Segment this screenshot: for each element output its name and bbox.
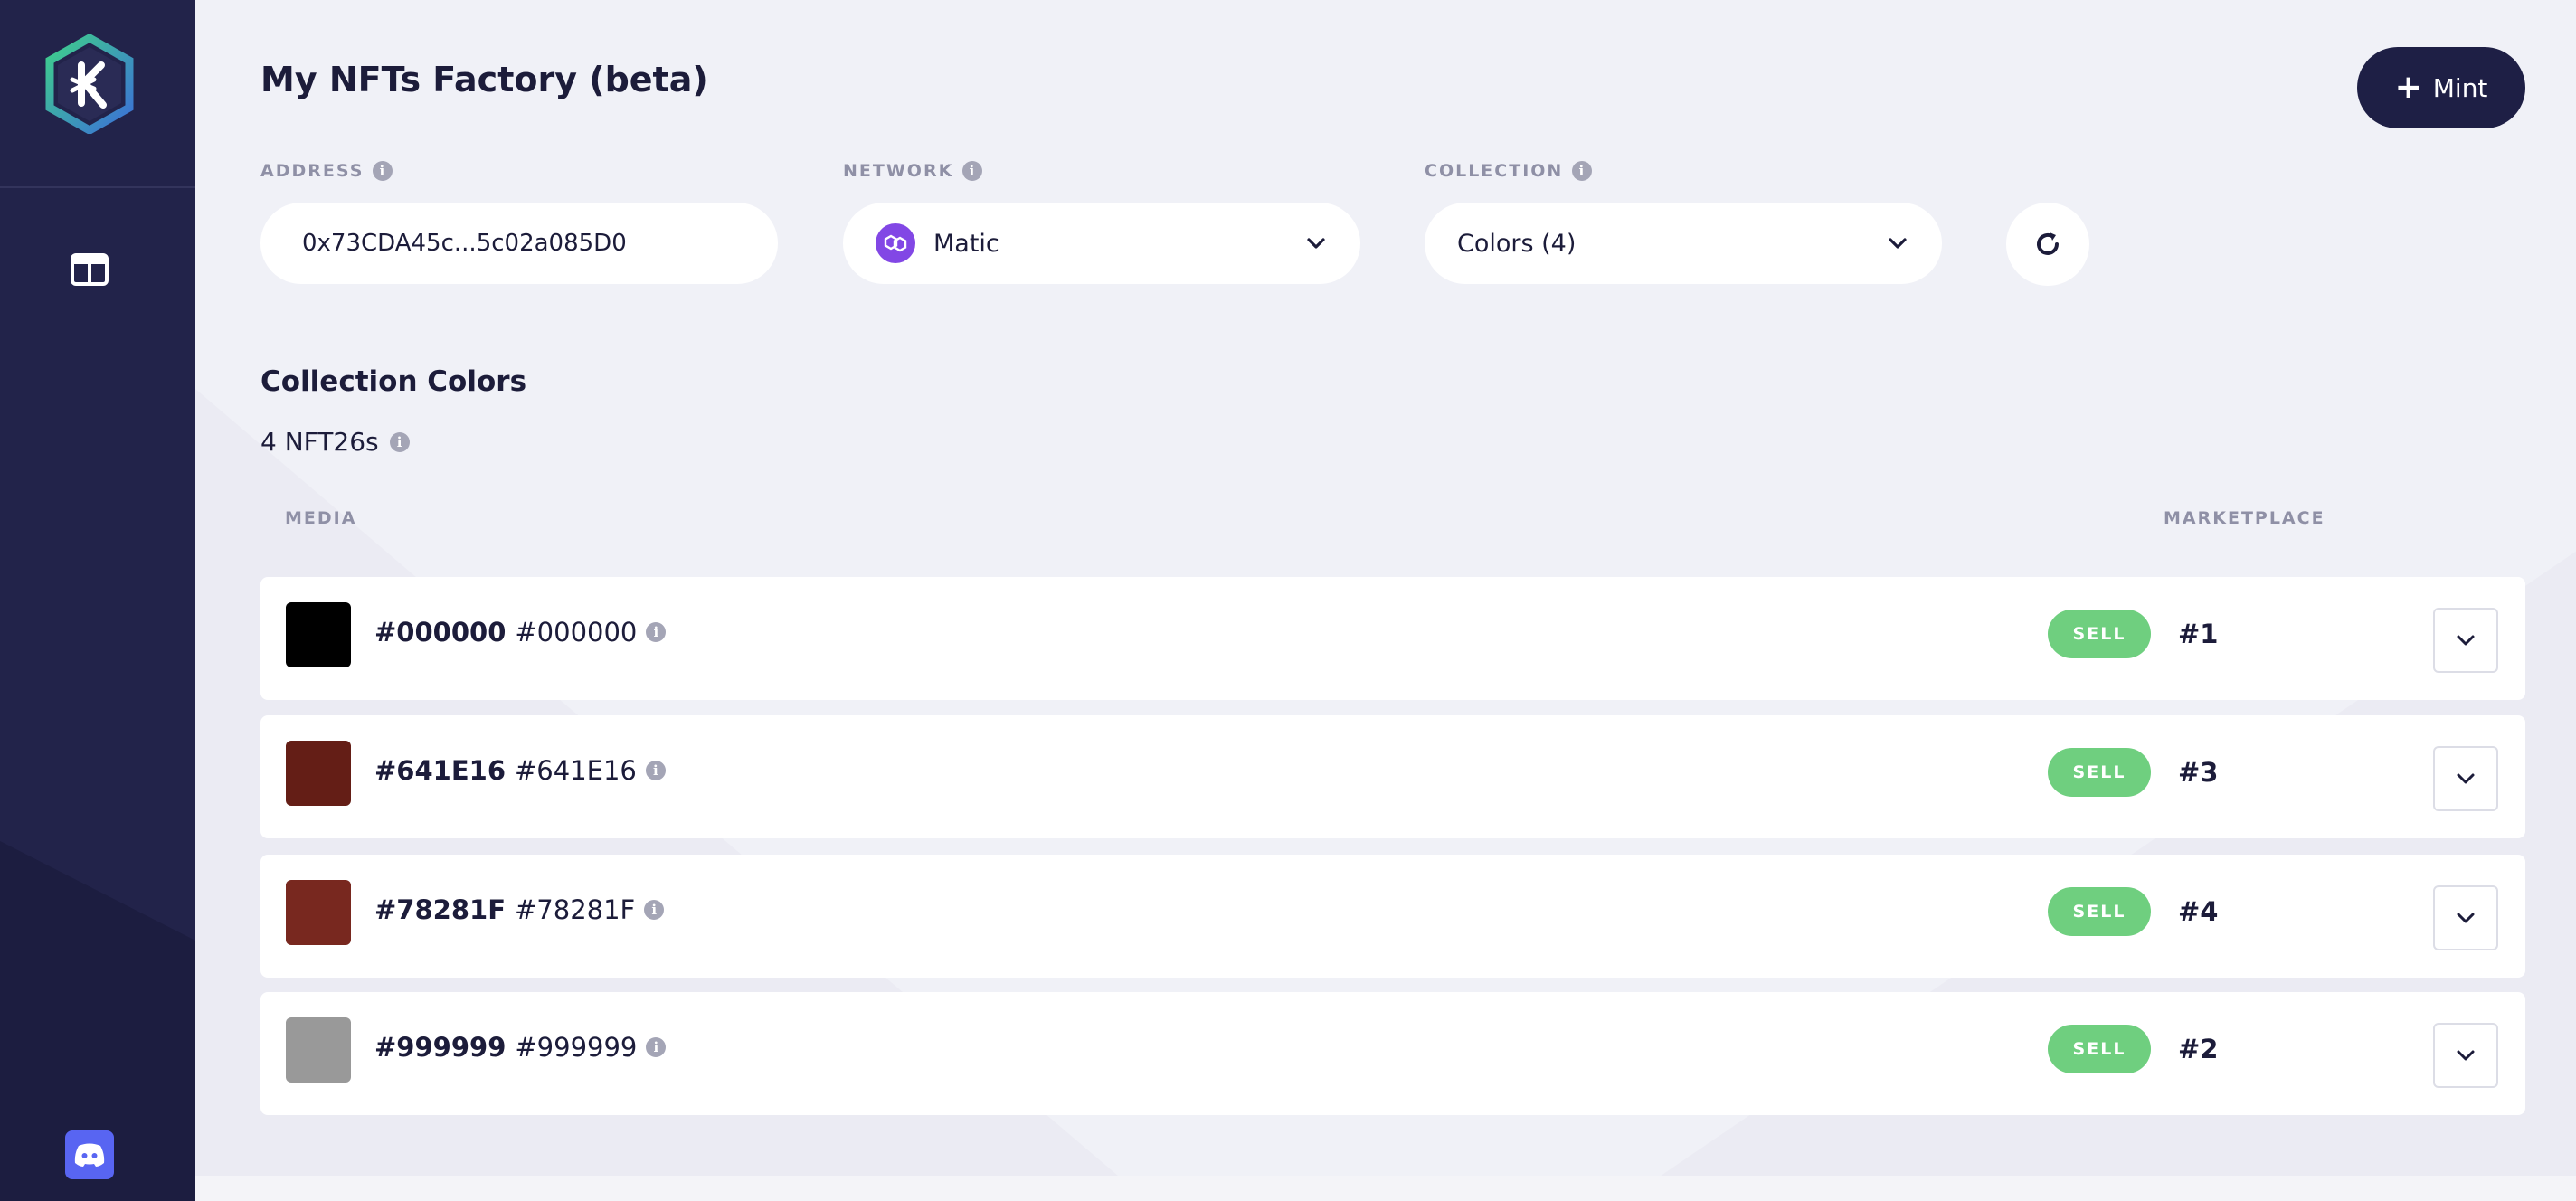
collection-select[interactable]: Colors (4) [1425,203,1942,284]
discord-icon[interactable] [65,1130,114,1179]
footer-strip [195,1176,2576,1201]
mint-button[interactable]: + Mint [2357,47,2525,128]
main-content: My NFTs Factory (beta) + Mint ADDRESS i … [195,0,2576,1201]
table-row: #78281F #78281F i SELL #4 [260,855,2525,978]
chevron-down-icon [1889,238,1907,249]
expand-button[interactable] [2433,1023,2498,1088]
color-swatch[interactable] [286,880,351,945]
collection-value: Colors (4) [1457,229,1577,258]
table-row: #999999 #999999 i SELL #2 [260,992,2525,1115]
sell-button[interactable]: SELL [2048,1025,2151,1073]
mint-label: Mint [2432,72,2488,103]
expand-button[interactable] [2433,608,2498,673]
chevron-down-icon [1307,238,1325,249]
expand-button[interactable] [2433,746,2498,811]
token-id: #1 [2178,619,2219,649]
network-value: Matic [933,229,999,258]
collection-title: Collection Colors [260,365,527,398]
nft-count: 4 NFT26s i [260,427,410,457]
address-field-container [260,203,778,284]
chevron-down-icon [2457,913,2475,923]
refresh-button[interactable] [2006,203,2089,286]
color-swatch[interactable] [286,602,351,667]
refresh-icon [2037,232,2059,255]
color-swatch[interactable] [286,1017,351,1083]
info-icon[interactable]: i [1572,161,1593,181]
sell-button[interactable]: SELL [2048,748,2151,797]
sidebar [0,0,195,1201]
info-icon[interactable]: i [389,431,410,452]
table-row: #641E16 #641E16 i SELL #3 [260,715,2525,838]
page-title: My NFTs Factory (beta) [260,60,708,99]
chevron-down-icon [2457,635,2475,646]
plus-icon: + [2394,69,2422,106]
marketplace-column-header: MARKETPLACE [2164,508,2325,528]
sell-button[interactable]: SELL [2048,610,2151,658]
chevron-down-icon [2457,1050,2475,1061]
info-icon[interactable]: i [646,622,667,642]
network-select[interactable]: Matic [843,203,1360,284]
token-id: #3 [2178,757,2219,788]
item-name: #78281F #78281F i [374,855,665,965]
info-icon[interactable]: i [644,900,665,920]
table-row: #000000 #000000 i SELL #1 [260,577,2525,700]
media-column-header: MEDIA [285,508,357,528]
info-icon[interactable]: i [646,1037,667,1057]
info-icon[interactable]: i [962,161,983,181]
sell-button[interactable]: SELL [2048,887,2151,936]
token-id: #2 [2178,1034,2219,1064]
token-id: #4 [2178,896,2219,927]
hex-k-logo-icon[interactable] [45,33,134,136]
info-icon[interactable]: i [645,761,666,780]
dashboard-icon[interactable] [71,253,109,286]
chevron-down-icon [2457,773,2475,784]
item-name: #641E16 #641E16 i [374,715,666,826]
sidebar-divider [0,186,195,188]
expand-button[interactable] [2433,885,2498,950]
network-label: NETWORK i [843,161,983,181]
polygon-matic-icon [876,223,915,263]
address-input[interactable] [302,230,736,257]
info-icon[interactable]: i [373,161,393,181]
collection-label: COLLECTION i [1425,161,1593,181]
color-swatch[interactable] [286,741,351,806]
item-name: #999999 #999999 i [374,992,667,1102]
item-name: #000000 #000000 i [374,577,667,687]
address-label: ADDRESS i [260,161,393,181]
